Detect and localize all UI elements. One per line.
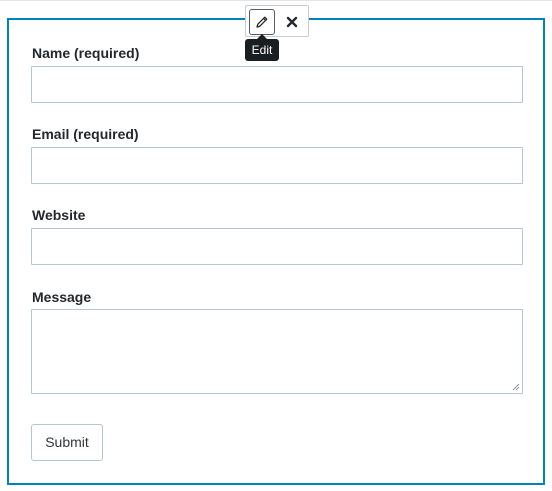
- website-label: Website: [32, 207, 86, 223]
- edit-tooltip: Edit: [245, 34, 279, 61]
- submit-button[interactable]: Submit: [31, 424, 103, 461]
- email-input[interactable]: [31, 147, 523, 184]
- website-input[interactable]: [31, 228, 523, 265]
- pencil-icon: [256, 16, 268, 28]
- message-textarea[interactable]: [31, 309, 523, 394]
- block-toolbar: [245, 5, 309, 37]
- top-divider: [0, 0, 552, 1]
- email-label: Email (required): [32, 126, 139, 142]
- close-icon: [286, 16, 298, 28]
- resize-handle-icon[interactable]: [512, 383, 520, 391]
- message-label: Message: [32, 289, 92, 305]
- name-input[interactable]: [31, 66, 523, 103]
- name-label: Name (required): [32, 45, 140, 61]
- remove-button[interactable]: [279, 9, 305, 35]
- edit-button[interactable]: [249, 9, 275, 35]
